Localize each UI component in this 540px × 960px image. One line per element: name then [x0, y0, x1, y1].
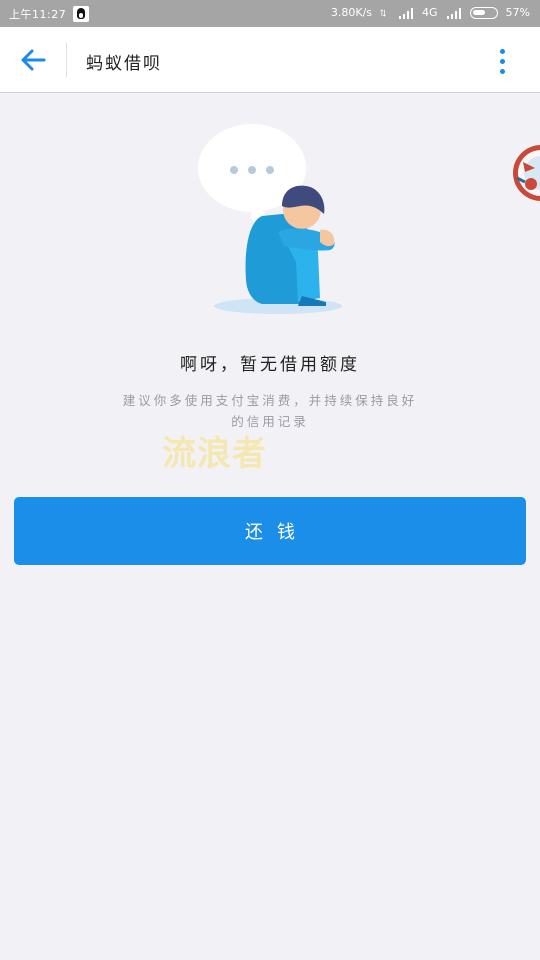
- status-left: 上午11:27: [9, 6, 90, 22]
- network-speed: 3.80K/s: [330, 6, 373, 19]
- arrow-left-icon: [21, 49, 46, 71]
- floating-badge-icon[interactable]: [505, 138, 540, 208]
- more-dot: [499, 68, 505, 74]
- qq-notification-icon: [73, 6, 90, 22]
- wifi-signal-icon: [399, 7, 414, 19]
- battery-icon: [469, 6, 498, 19]
- battery-fill: [472, 9, 485, 15]
- battery-percent: 57%: [505, 6, 530, 19]
- empty-state-title: 啊呀，暂无借用额度: [180, 355, 360, 375]
- more-options-button[interactable]: [488, 45, 516, 77]
- network-type: 4G: [422, 6, 438, 19]
- empty-state-illustration: [198, 124, 342, 314]
- page-title: 蚂蚁借呗: [86, 54, 162, 74]
- cell-signal-icon: [446, 7, 461, 19]
- data-transfer-icon: [380, 8, 386, 17]
- status-time: 上午11:27: [9, 8, 67, 21]
- status-right: 3.80K/s 4G 57%: [331, 6, 530, 19]
- more-vertical-icon: [499, 48, 505, 54]
- app-bar: 蚂蚁借呗: [0, 27, 540, 93]
- back-button[interactable]: [13, 41, 53, 79]
- more-dot: [499, 58, 505, 64]
- watermark: 流浪者: [162, 434, 267, 474]
- status-bar: 上午11:27 3.80K/s 4G 57%: [0, 0, 540, 27]
- repay-button[interactable]: 还钱: [14, 497, 526, 565]
- app-bar-divider: [66, 43, 67, 77]
